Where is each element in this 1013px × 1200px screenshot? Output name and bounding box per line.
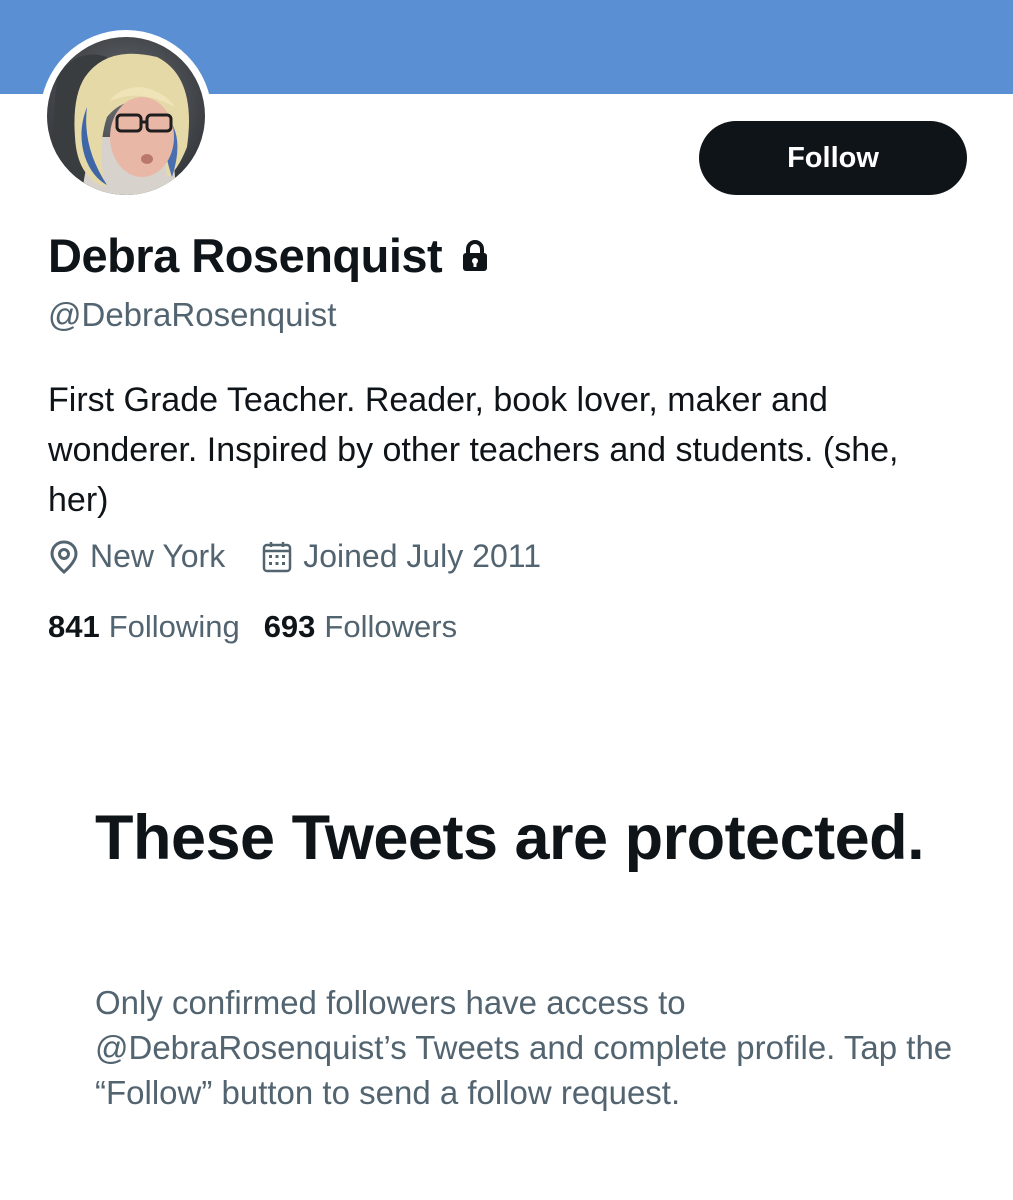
display-name: Debra Rosenquist — [48, 229, 443, 282]
protected-description: Only confirmed followers have access to … — [95, 984, 953, 1111]
location-text: New York — [90, 538, 226, 574]
profile-bio: First Grade Teacher. Reader, book lover,… — [48, 381, 899, 519]
protected-title: These Tweets are protected. — [95, 803, 925, 873]
followers-label: Followers — [324, 609, 458, 644]
joined-item: Joined July 2011 — [261, 538, 541, 575]
avatar[interactable] — [47, 37, 205, 195]
following-label: Following — [108, 609, 240, 644]
followers-count: 693 — [263, 609, 316, 644]
lock-icon — [460, 239, 490, 273]
following-link[interactable]: 841 Following — [48, 609, 240, 645]
profile-meta: New York Joined July 2011 — [48, 538, 541, 575]
profile-stats: 841 Following 693 Followers — [48, 609, 457, 645]
followers-link[interactable]: 693 Followers — [264, 609, 457, 645]
follow-button[interactable]: Follow — [699, 121, 967, 195]
calendar-icon — [262, 541, 292, 572]
following-count: 841 — [48, 609, 100, 644]
joined-text: Joined July 2011 — [303, 538, 541, 574]
display-name-row: Debra Rosenquist — [48, 228, 490, 283]
user-handle: @DebraRosenquist — [48, 296, 337, 333]
location-pin-icon — [50, 539, 78, 574]
location-item: New York — [48, 538, 225, 575]
